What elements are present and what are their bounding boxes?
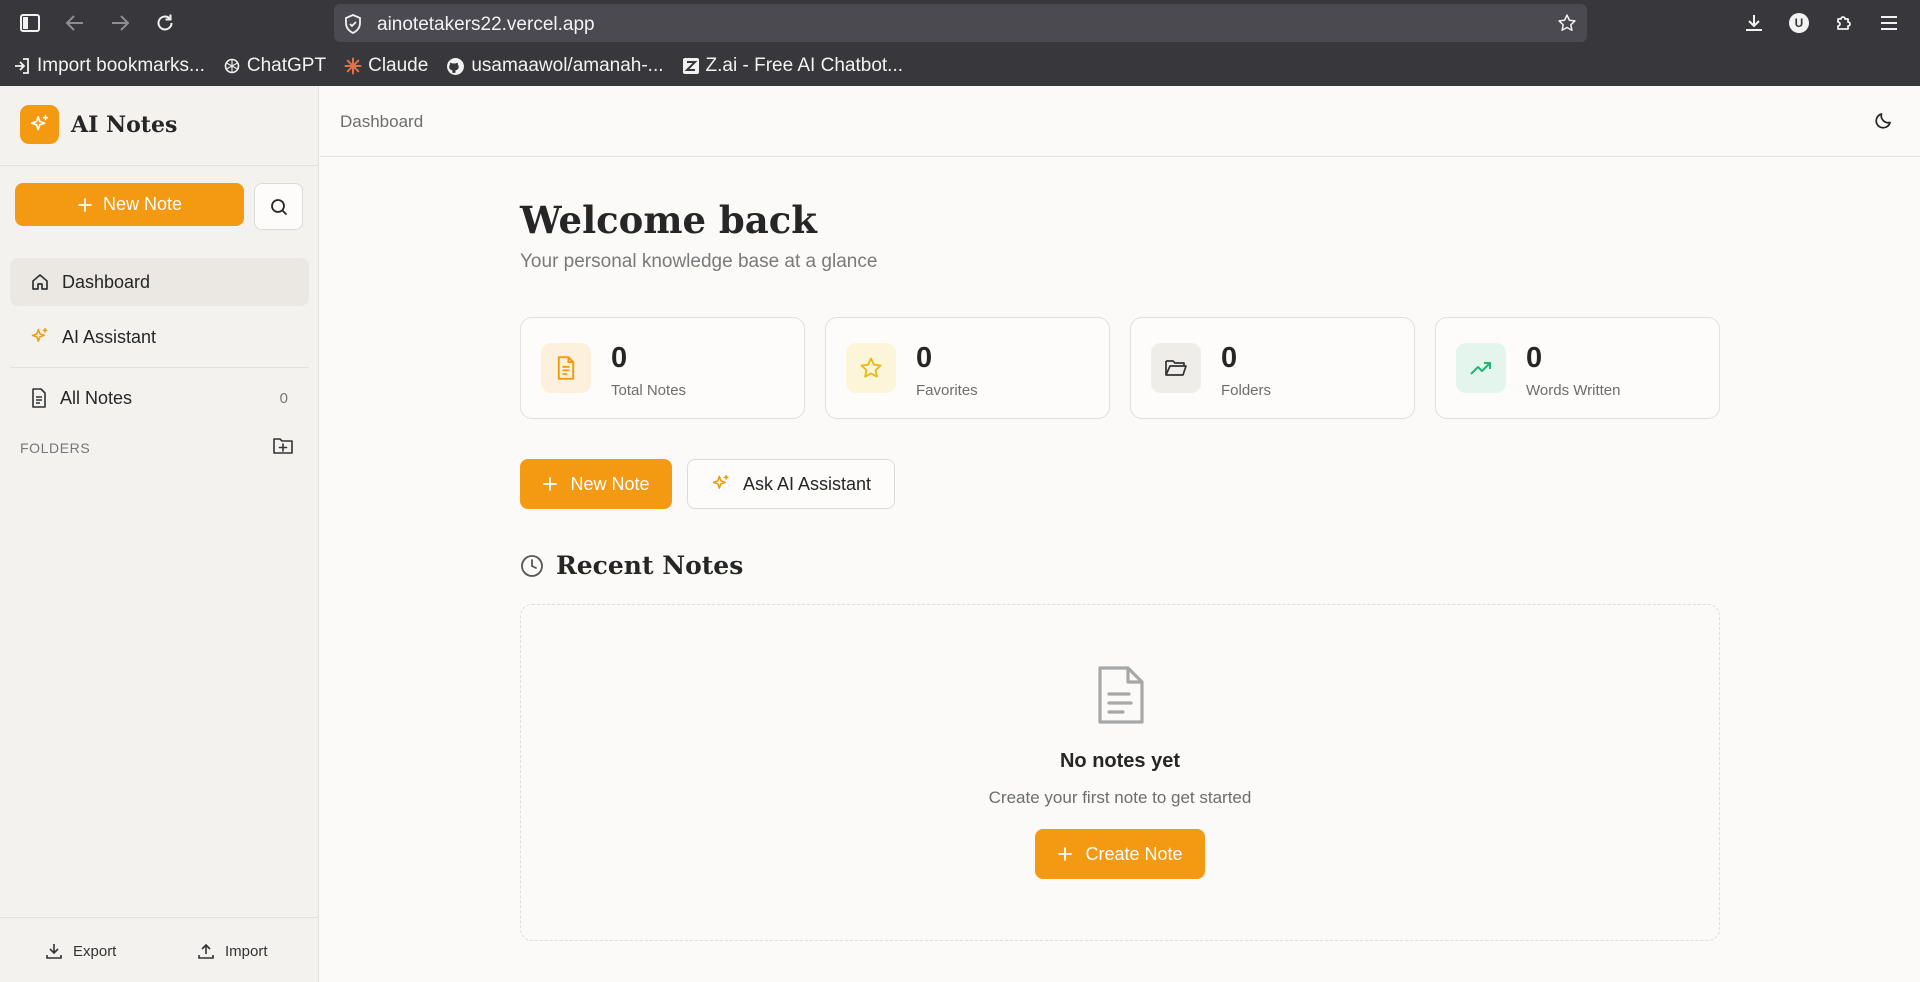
folder-plus-icon (272, 436, 294, 456)
top-bar: Dashboard (320, 86, 1920, 157)
nav-all-notes[interactable]: All Notes 0 (10, 374, 309, 422)
export-label: Export (73, 942, 117, 960)
nav-label: Dashboard (62, 271, 151, 292)
divider (10, 367, 309, 368)
nav-label: All Notes (60, 387, 133, 408)
stat-value: 0 (1526, 342, 1543, 374)
bookmark-label[interactable]: usamaawol/amanah-... (471, 55, 663, 77)
create-note-button[interactable]: Create Note (1035, 829, 1205, 879)
reload-icon[interactable] (152, 10, 178, 36)
stat-value: 0 (611, 342, 628, 374)
nav-label: AI Assistant (62, 326, 157, 347)
nav-dashboard[interactable]: Dashboard (10, 258, 309, 306)
bookmark-label[interactable]: Claude (368, 55, 428, 77)
downloads-icon[interactable] (1741, 10, 1767, 36)
plus-icon (1057, 846, 1073, 862)
search-icon (269, 197, 289, 217)
stat-label: Folders (1221, 382, 1272, 399)
bookmark-claude[interactable]: Claude (344, 55, 428, 77)
ask-ai-button[interactable]: Ask AI Assistant (687, 459, 895, 509)
shield-icon[interactable] (344, 14, 362, 34)
brand-name: AI Notes (71, 111, 178, 138)
plus-icon (77, 197, 93, 213)
search-button[interactable] (254, 183, 303, 230)
empty-state: No notes yet Create your first note to g… (520, 604, 1720, 941)
bookmark-import[interactable]: Import bookmarks... (13, 55, 205, 77)
sidebar-toggle-icon[interactable] (17, 10, 43, 36)
stat-value: 0 (1221, 342, 1238, 374)
claude-icon (344, 57, 362, 75)
bookmarks-bar: Import bookmarks... ChatGPT Claude usama… (0, 46, 1920, 86)
bookmark-label[interactable]: Import bookmarks... (37, 55, 205, 77)
bookmark-star-icon[interactable] (1557, 13, 1577, 33)
stat-card-words-written: 0 Words Written (1435, 317, 1720, 419)
new-note-main-button[interactable]: New Note (520, 459, 672, 509)
chatgpt-icon (223, 57, 241, 75)
import-icon (13, 57, 31, 75)
github-icon (446, 57, 465, 76)
file-icon (30, 388, 48, 408)
stat-label: Total Notes (611, 382, 687, 399)
page-subtitle: Your personal knowledge base at a glance (520, 251, 878, 272)
address-bar[interactable]: ainotetakers22.vercel.app (334, 4, 1587, 42)
recent-notes-heading: Recent Notes (520, 551, 743, 580)
home-icon (30, 272, 50, 292)
clock-icon (520, 554, 544, 578)
sidebar: AI Notes New Note Dashboard AI Assistant… (0, 86, 319, 982)
stat-card-favorites: 0 Favorites (825, 317, 1110, 419)
back-icon[interactable] (62, 10, 88, 36)
plus-icon (542, 476, 558, 492)
page-title: Welcome back (520, 198, 817, 242)
stat-card-folders: 0 Folders (1130, 317, 1415, 419)
profile-avatar[interactable]: U (1786, 10, 1812, 36)
folder-open-icon (1151, 343, 1201, 393)
empty-subtitle: Create your first note to get started (988, 788, 1252, 807)
forward-icon[interactable] (107, 10, 133, 36)
url-text[interactable]: ainotetakers22.vercel.app (377, 14, 595, 36)
empty-title: No notes yet (1059, 750, 1181, 772)
brand[interactable]: AI Notes (20, 105, 177, 144)
moon-icon[interactable] (1874, 110, 1894, 130)
new-note-label: New Note (570, 473, 650, 494)
recent-notes-title: Recent Notes (556, 551, 744, 580)
stat-value: 0 (916, 342, 933, 374)
sidebar-footer: Export Import (0, 917, 319, 982)
file-text-icon (1094, 665, 1146, 725)
sparkles-icon (30, 327, 50, 347)
stat-label: Favorites (916, 382, 978, 399)
menu-icon[interactable] (1876, 10, 1902, 36)
new-note-button[interactable]: New Note (15, 183, 244, 226)
zai-icon (682, 57, 700, 75)
bookmark-label[interactable]: Z.ai - Free AI Chatbot... (706, 55, 903, 77)
new-note-label: New Note (102, 194, 183, 214)
sparkles-logo-icon (20, 105, 59, 144)
stat-card-total-notes: 0 Total Notes (520, 317, 805, 419)
download-icon (45, 942, 63, 960)
folders-heading: FOLDERS (20, 440, 91, 456)
export-button[interactable]: Export (45, 942, 116, 960)
bookmark-github[interactable]: usamaawol/amanah-... (446, 55, 664, 77)
sparkles-icon (711, 474, 731, 494)
extensions-icon[interactable] (1831, 10, 1857, 36)
ask-ai-label: Ask AI Assistant (742, 473, 872, 494)
bookmark-zai[interactable]: Z.ai - Free AI Chatbot... (682, 55, 903, 77)
browser-toolbar: ainotetakers22.vercel.app U (0, 0, 1920, 46)
upload-icon (197, 942, 215, 960)
create-note-label: Create Note (1085, 843, 1183, 864)
import-label: Import (225, 942, 268, 960)
stat-label: Words Written (1526, 382, 1621, 399)
star-icon (846, 343, 896, 393)
breadcrumb: Dashboard (340, 112, 424, 131)
bookmark-chatgpt[interactable]: ChatGPT (223, 55, 326, 77)
file-text-icon (541, 343, 591, 393)
trending-up-icon (1456, 343, 1506, 393)
divider (0, 165, 319, 166)
notes-count: 0 (279, 389, 288, 407)
nav-ai-assistant[interactable]: AI Assistant (10, 313, 309, 361)
import-button[interactable]: Import (197, 942, 268, 960)
profile-initial[interactable]: U (1789, 13, 1809, 33)
bookmark-label[interactable]: ChatGPT (247, 55, 326, 77)
add-folder-button[interactable] (272, 436, 294, 456)
